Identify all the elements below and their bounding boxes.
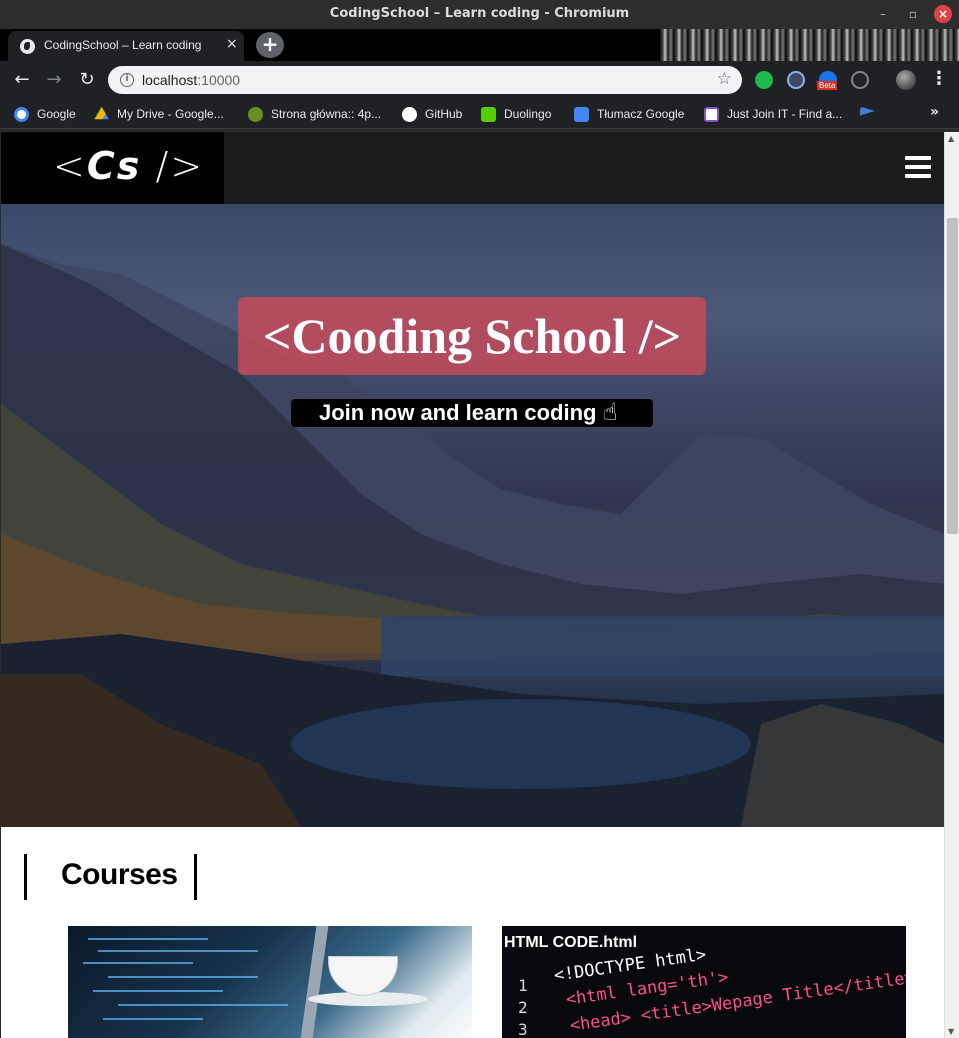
extension-translate-icon[interactable] — [787, 71, 805, 89]
courses-heading: Courses — [24, 854, 197, 900]
bookmark-my-drive[interactable]: My Drive - Google... — [94, 105, 224, 123]
bookmark-strona-glowna[interactable]: Strona główna:: 4p... — [248, 105, 381, 123]
hero-section: <Cooding School /> Join now and learn co… — [1, 204, 944, 827]
html-code-header: HTML CODE.html — [504, 934, 638, 951]
tab-strip: CodingSchool – Learn coding × + — [0, 29, 959, 61]
course-card-html[interactable]: HTML CODE.html 1 2 3 <!DOCTYPE html> <ht… — [502, 926, 906, 1038]
profile-avatar[interactable] — [896, 70, 916, 90]
duolingo-icon — [481, 106, 496, 122]
browser-menu-icon[interactable]: ⋮ — [930, 69, 948, 89]
bookmark-just-join-it[interactable]: Just Join IT - Find a... — [704, 105, 842, 123]
window-titlebar: CodingSchool – Learn coding - Chromium –… — [0, 0, 959, 29]
bookmark-flag[interactable] — [860, 105, 883, 123]
scroll-up-icon[interactable]: ▲ — [948, 134, 954, 143]
extension-beta-icon[interactable]: Beta — [817, 71, 838, 90]
just-join-it-icon — [704, 106, 719, 122]
close-window-icon[interactable]: × — [934, 5, 952, 23]
info-icon[interactable]: i — [120, 73, 134, 87]
coffee-cup-image — [328, 956, 398, 996]
hamburger-menu-icon[interactable] — [905, 156, 931, 178]
bookmarks-bar: Google My Drive - Google... Strona główn… — [0, 99, 959, 129]
courses-section: Courses HTML CODE.html 1 2 3 <!DOCTYPE h… — [1, 827, 944, 1038]
google-icon — [14, 106, 29, 122]
address-bar[interactable]: i localhost:10000 ☆ — [108, 66, 742, 94]
google-translate-icon — [574, 106, 589, 122]
site-4p-icon — [248, 106, 263, 122]
tabstrip-background — [660, 29, 959, 61]
page-scrollbar[interactable]: ▲ ▼ — [944, 132, 959, 1038]
tab-title: CodingSchool – Learn coding — [44, 38, 202, 52]
bookmark-star-icon[interactable]: ☆ — [717, 69, 732, 89]
globe-icon — [20, 39, 35, 54]
hero-title: <Cooding School /> — [238, 297, 706, 375]
github-icon — [402, 106, 417, 122]
back-arrow-icon[interactable]: ← — [11, 69, 33, 91]
scrollbar-thumb[interactable] — [947, 218, 958, 534]
window-title: CodingSchool – Learn coding - Chromium — [329, 6, 630, 21]
line-number: 1 — [518, 976, 528, 995]
laptop-image — [299, 926, 329, 1038]
line-number: 3 — [518, 1020, 528, 1038]
join-now-button[interactable]: Join now and learn coding — [291, 399, 653, 427]
more-bookmarks-icon[interactable]: » — [930, 104, 939, 120]
bookmark-google[interactable]: Google — [14, 105, 76, 123]
drive-icon — [94, 106, 109, 120]
course-card-laptop[interactable] — [68, 926, 472, 1038]
reload-icon[interactable]: ↻ — [76, 69, 98, 91]
pointer-hand-icon: ☝ — [603, 398, 618, 426]
maximize-icon[interactable]: ▫ — [904, 5, 922, 23]
minimize-icon[interactable]: – — [874, 5, 892, 23]
url-text[interactable]: localhost:10000 — [142, 72, 240, 88]
courses-title: Courses — [61, 858, 178, 891]
site-logo[interactable]: <Cs /> — [1, 132, 224, 204]
bookmark-github[interactable]: GitHub — [402, 105, 462, 123]
extension-timer-icon[interactable] — [851, 71, 869, 89]
new-tab-button[interactable]: + — [256, 32, 284, 58]
tab-close-icon[interactable]: × — [226, 36, 238, 52]
page-viewport: <Cs /> <Cooding School /> Join now and l… — [1, 132, 944, 1038]
bookmark-duolingo[interactable]: Duolingo — [481, 105, 551, 123]
logo-text: <Cs /> — [53, 144, 205, 188]
line-number: 2 — [518, 998, 528, 1017]
browser-toolbar: ← → ↻ i localhost:10000 ☆ Beta ⋮ — [0, 61, 959, 99]
bookmark-tlumacz-google[interactable]: Tłumacz Google — [574, 105, 684, 123]
extension-thumbs-up-icon[interactable] — [755, 71, 773, 89]
flag-icon — [860, 106, 875, 116]
forward-arrow-icon[interactable]: → — [43, 69, 65, 91]
browser-tab[interactable]: CodingSchool – Learn coding × — [8, 31, 244, 61]
scroll-down-icon[interactable]: ▼ — [948, 1027, 954, 1036]
site-navbar: <Cs /> — [1, 132, 944, 204]
